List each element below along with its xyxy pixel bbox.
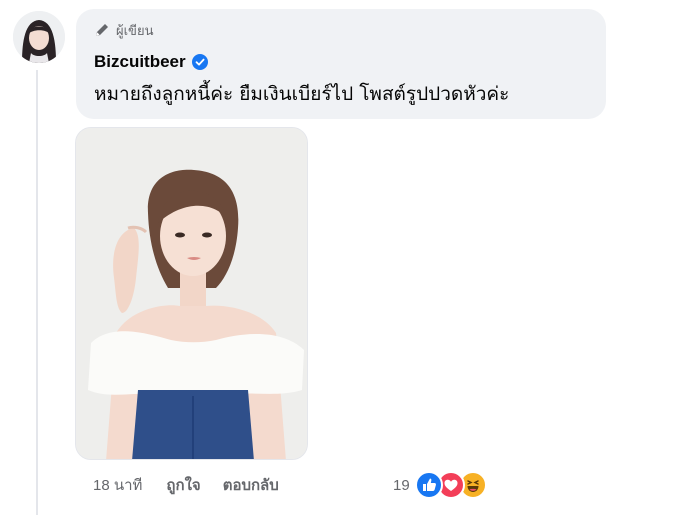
author-badge-label: ผู้เขียน [116, 23, 154, 39]
author-name[interactable]: Bizcuitbeer [94, 52, 186, 72]
reaction-count: 19 [393, 476, 410, 494]
like-button[interactable]: ถูกใจ [166, 473, 200, 497]
comment-text: หมายถึงลูกหนี้ค่ะ ยืมเงินเบียร์ไป โพสต์ร… [94, 83, 510, 105]
avatar-image [13, 11, 65, 63]
reply-button[interactable]: ตอบกลับ [223, 473, 279, 497]
thread-line [36, 70, 38, 515]
comment-timestamp[interactable]: 18 นาที [93, 473, 142, 497]
author-row: Bizcuitbeer [94, 50, 208, 74]
comment-actions: 18 นาที ถูกใจ ตอบกลับ [93, 472, 301, 498]
like-reaction-icon [414, 471, 443, 499]
reaction-icons [414, 470, 491, 500]
reaction-summary[interactable]: 19 [393, 469, 491, 501]
comment-thread: ผู้เขียน Bizcuitbeer หมายถึงลูกหนี้ค่ะ ย… [0, 0, 700, 515]
verified-badge-icon [191, 54, 208, 70]
comment-photo[interactable] [75, 127, 308, 460]
avatar[interactable] [13, 11, 65, 63]
author-badge: ผู้เขียน [94, 20, 153, 40]
photo-image [76, 128, 307, 459]
pencil-icon [94, 22, 110, 38]
